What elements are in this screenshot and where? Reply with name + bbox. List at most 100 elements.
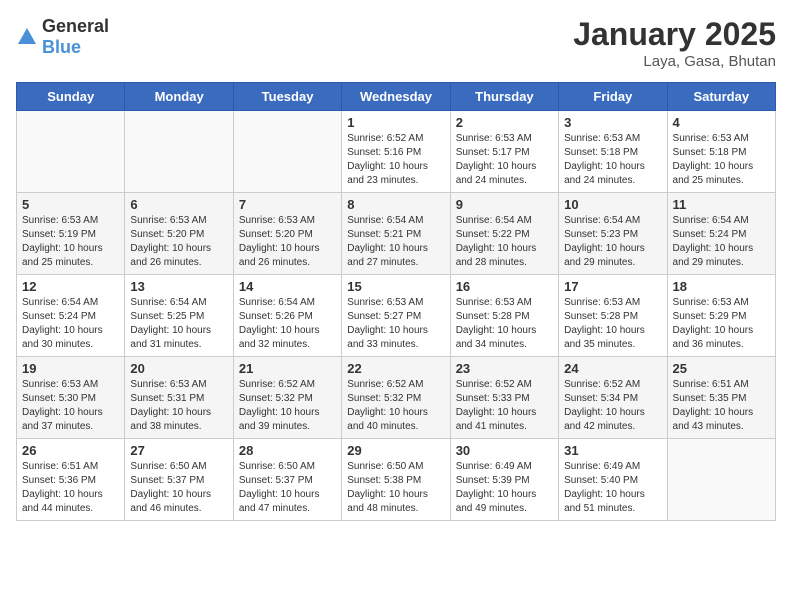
day-number: 27 — [130, 443, 227, 458]
day-info: Sunrise: 6:53 AM Sunset: 5:28 PM Dayligh… — [456, 296, 553, 352]
week-row-2: 5 Sunrise: 6:53 AM Sunset: 5:19 PM Daylig… — [17, 193, 776, 275]
calendar-cell: 31 Sunrise: 6:49 AM Sunset: 5:40 PM Dayli… — [559, 439, 667, 521]
day-info: Sunrise: 6:53 AM Sunset: 5:17 PM Dayligh… — [456, 132, 553, 188]
weekday-header-wednesday: Wednesday — [342, 83, 450, 111]
weekday-header-monday: Monday — [125, 83, 233, 111]
calendar-cell: 30Sunrise: 6:49 AM Sunset: 5:39 PM Dayli… — [450, 439, 558, 521]
day-number: 23 — [456, 361, 553, 376]
calendar-cell: 24Sunrise: 6:52 AM Sunset: 5:34 PM Dayli… — [559, 357, 667, 439]
day-number: 17 — [564, 279, 661, 294]
weekday-header-row: SundayMondayTuesdayWednesdayThursdayFrid… — [17, 83, 776, 111]
day-number: 5 — [22, 197, 119, 212]
logo-icon — [16, 26, 38, 48]
calendar-cell: 25Sunrise: 6:51 AM Sunset: 5:35 PM Dayli… — [667, 357, 775, 439]
day-number: 12 — [22, 279, 119, 294]
day-number: 8 — [347, 197, 444, 212]
calendar-cell: 6 Sunrise: 6:53 AM Sunset: 5:20 PM Daylig… — [125, 193, 233, 275]
day-number: 14 — [239, 279, 336, 294]
week-row-1: 1Sunrise: 6:52 AM Sunset: 5:16 PM Daylig… — [17, 111, 776, 193]
calendar-cell: 1Sunrise: 6:52 AM Sunset: 5:16 PM Daylig… — [342, 111, 450, 193]
weekday-header-tuesday: Tuesday — [233, 83, 341, 111]
day-info: Sunrise: 6:53 AM Sunset: 5:31 PM Dayligh… — [130, 378, 227, 434]
calendar-table: SundayMondayTuesdayWednesdayThursdayFrid… — [16, 82, 776, 521]
day-number: 9 — [456, 197, 553, 212]
calendar-cell: 7Sunrise: 6:53 AM Sunset: 5:20 PM Daylig… — [233, 193, 341, 275]
day-info: Sunrise: 6:50 AM Sunset: 5:38 PM Dayligh… — [347, 460, 444, 516]
day-number: 20 — [130, 361, 227, 376]
day-info: Sunrise: 6:53 AM Sunset: 5:20 PM Dayligh… — [130, 214, 227, 270]
logo: General Blue — [16, 16, 109, 58]
calendar-body: 1Sunrise: 6:52 AM Sunset: 5:16 PM Daylig… — [17, 111, 776, 521]
day-number: 19 — [22, 361, 119, 376]
week-row-3: 12Sunrise: 6:54 AM Sunset: 5:24 PM Dayli… — [17, 275, 776, 357]
title-block: January 2025 Laya, Gasa, Bhutan — [573, 16, 776, 70]
day-info: Sunrise: 6:52 AM Sunset: 5:32 PM Dayligh… — [239, 378, 336, 434]
day-info: Sunrise: 6:54 AM Sunset: 5:25 PM Dayligh… — [130, 296, 227, 352]
calendar-cell: 8 Sunrise: 6:54 AM Sunset: 5:21 PM Daylig… — [342, 193, 450, 275]
calendar-cell: 14 Sunrise: 6:54 AM Sunset: 5:26 PM Dayli… — [233, 275, 341, 357]
calendar-cell: 16 Sunrise: 6:53 AM Sunset: 5:28 PM Dayli… — [450, 275, 558, 357]
day-info: Sunrise: 6:53 AM Sunset: 5:27 PM Dayligh… — [347, 296, 444, 352]
calendar-cell: 4Sunrise: 6:53 AM Sunset: 5:18 PM Daylig… — [667, 111, 775, 193]
calendar-cell: 18Sunrise: 6:53 AM Sunset: 5:29 PM Dayli… — [667, 275, 775, 357]
day-info: Sunrise: 6:54 AM Sunset: 5:21 PM Dayligh… — [347, 214, 444, 270]
logo-blue: Blue — [42, 37, 81, 57]
calendar-cell — [667, 439, 775, 521]
day-info: Sunrise: 6:51 AM Sunset: 5:35 PM Dayligh… — [673, 378, 770, 434]
day-number: 3 — [564, 115, 661, 130]
day-number: 11 — [673, 197, 770, 212]
location-title: Laya, Gasa, Bhutan — [573, 53, 776, 70]
day-info: Sunrise: 6:52 AM Sunset: 5:33 PM Dayligh… — [456, 378, 553, 434]
calendar-cell: 20 Sunrise: 6:53 AM Sunset: 5:31 PM Dayli… — [125, 357, 233, 439]
day-info: Sunrise: 6:50 AM Sunset: 5:37 PM Dayligh… — [130, 460, 227, 516]
day-info: Sunrise: 6:52 AM Sunset: 5:16 PM Dayligh… — [347, 132, 444, 188]
calendar-cell: 11 Sunrise: 6:54 AM Sunset: 5:24 PM Dayli… — [667, 193, 775, 275]
week-row-4: 19 Sunrise: 6:53 AM Sunset: 5:30 PM Dayli… — [17, 357, 776, 439]
calendar-cell: 15Sunrise: 6:53 AM Sunset: 5:27 PM Dayli… — [342, 275, 450, 357]
day-info: Sunrise: 6:53 AM Sunset: 5:28 PM Dayligh… — [564, 296, 661, 352]
calendar-cell: 23 Sunrise: 6:52 AM Sunset: 5:33 PM Dayli… — [450, 357, 558, 439]
calendar-cell: 26Sunrise: 6:51 AM Sunset: 5:36 PM Dayli… — [17, 439, 125, 521]
day-info: Sunrise: 6:54 AM Sunset: 5:22 PM Dayligh… — [456, 214, 553, 270]
day-info: Sunrise: 6:49 AM Sunset: 5:39 PM Dayligh… — [456, 460, 553, 516]
day-number: 2 — [456, 115, 553, 130]
day-number: 31 — [564, 443, 661, 458]
calendar-cell: 3 Sunrise: 6:53 AM Sunset: 5:18 PM Daylig… — [559, 111, 667, 193]
weekday-header-friday: Friday — [559, 83, 667, 111]
day-info: Sunrise: 6:54 AM Sunset: 5:23 PM Dayligh… — [564, 214, 661, 270]
day-info: Sunrise: 6:54 AM Sunset: 5:26 PM Dayligh… — [239, 296, 336, 352]
month-title: January 2025 — [573, 16, 776, 53]
day-info: Sunrise: 6:54 AM Sunset: 5:24 PM Dayligh… — [673, 214, 770, 270]
day-number: 21 — [239, 361, 336, 376]
weekday-header-thursday: Thursday — [450, 83, 558, 111]
calendar-cell — [17, 111, 125, 193]
calendar-cell: 19 Sunrise: 6:53 AM Sunset: 5:30 PM Dayli… — [17, 357, 125, 439]
day-info: Sunrise: 6:53 AM Sunset: 5:20 PM Dayligh… — [239, 214, 336, 270]
day-info: Sunrise: 6:53 AM Sunset: 5:30 PM Dayligh… — [22, 378, 119, 434]
calendar-cell: 12Sunrise: 6:54 AM Sunset: 5:24 PM Dayli… — [17, 275, 125, 357]
day-info: Sunrise: 6:49 AM Sunset: 5:40 PM Dayligh… — [564, 460, 661, 516]
day-number: 22 — [347, 361, 444, 376]
day-info: Sunrise: 6:50 AM Sunset: 5:37 PM Dayligh… — [239, 460, 336, 516]
logo-general: General — [42, 16, 109, 36]
page-header: General Blue January 2025 Laya, Gasa, Bh… — [16, 16, 776, 70]
calendar-header: SundayMondayTuesdayWednesdayThursdayFrid… — [17, 83, 776, 111]
calendar-cell: 5 Sunrise: 6:53 AM Sunset: 5:19 PM Daylig… — [17, 193, 125, 275]
day-info: Sunrise: 6:53 AM Sunset: 5:29 PM Dayligh… — [673, 296, 770, 352]
day-number: 6 — [130, 197, 227, 212]
calendar-cell: 9 Sunrise: 6:54 AM Sunset: 5:22 PM Daylig… — [450, 193, 558, 275]
day-number: 28 — [239, 443, 336, 458]
calendar-cell: 2 Sunrise: 6:53 AM Sunset: 5:17 PM Daylig… — [450, 111, 558, 193]
calendar-cell: 22Sunrise: 6:52 AM Sunset: 5:32 PM Dayli… — [342, 357, 450, 439]
day-number: 24 — [564, 361, 661, 376]
calendar-cell: 29Sunrise: 6:50 AM Sunset: 5:38 PM Dayli… — [342, 439, 450, 521]
day-number: 13 — [130, 279, 227, 294]
weekday-header-sunday: Sunday — [17, 83, 125, 111]
calendar-cell: 27 Sunrise: 6:50 AM Sunset: 5:37 PM Dayli… — [125, 439, 233, 521]
day-number: 16 — [456, 279, 553, 294]
day-info: Sunrise: 6:53 AM Sunset: 5:18 PM Dayligh… — [564, 132, 661, 188]
day-number: 26 — [22, 443, 119, 458]
day-info: Sunrise: 6:53 AM Sunset: 5:18 PM Dayligh… — [673, 132, 770, 188]
day-info: Sunrise: 6:53 AM Sunset: 5:19 PM Dayligh… — [22, 214, 119, 270]
week-row-5: 26Sunrise: 6:51 AM Sunset: 5:36 PM Dayli… — [17, 439, 776, 521]
